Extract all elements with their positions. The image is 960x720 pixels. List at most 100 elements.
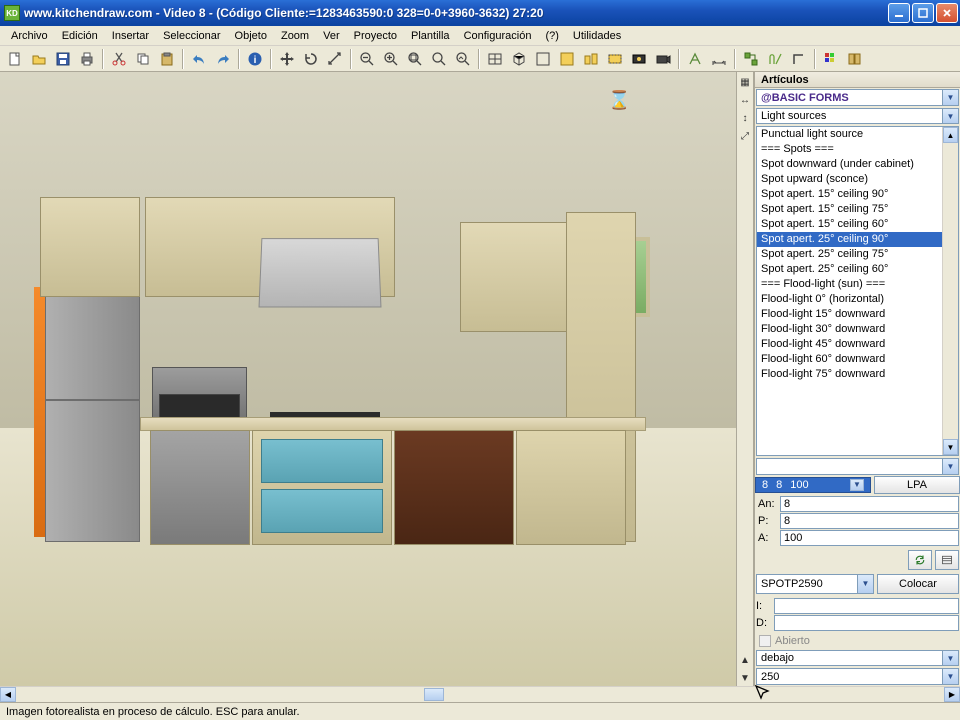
refresh-button[interactable] <box>908 550 932 570</box>
tool-shape-icon[interactable] <box>764 48 786 70</box>
menu-zoom[interactable]: Zoom <box>274 28 316 44</box>
vtool-1-icon[interactable]: ▦ <box>737 74 753 90</box>
menu-objeto[interactable]: Objeto <box>228 28 274 44</box>
rotate-icon[interactable] <box>300 48 322 70</box>
tool-dimension-icon[interactable] <box>708 48 730 70</box>
list-item[interactable]: Spot apert. 25° ceiling 90° <box>757 232 958 247</box>
menu-plantilla[interactable]: Plantilla <box>404 28 457 44</box>
scroll-thumb[interactable] <box>424 688 444 701</box>
zoom-window-icon[interactable] <box>404 48 426 70</box>
chevron-down-icon: ▼ <box>942 651 958 666</box>
reference-combo[interactable]: SPOTP2590 ▼ <box>756 574 874 594</box>
finish-combo[interactable]: ▼ <box>756 458 959 475</box>
menu-insertar[interactable]: Insertar <box>105 28 156 44</box>
scroll-left-icon[interactable]: ◀ <box>0 687 16 702</box>
list-item[interactable]: === Spots === <box>757 142 958 157</box>
render-icon[interactable] <box>628 48 650 70</box>
palette-icon[interactable] <box>820 48 842 70</box>
render-canvas[interactable]: ⌛ <box>0 72 736 686</box>
list-item[interactable]: Spot apert. 25° ceiling 75° <box>757 247 958 262</box>
redo-icon[interactable] <box>212 48 234 70</box>
view-textured-icon[interactable] <box>604 48 626 70</box>
menu-archivo[interactable]: Archivo <box>4 28 55 44</box>
category-combo[interactable]: @BASIC FORMS ▼ <box>756 89 959 106</box>
view-shaded-icon[interactable] <box>580 48 602 70</box>
list-item[interactable]: Flood-light 60° downward <box>757 352 958 367</box>
menu-help[interactable]: (?) <box>538 28 565 44</box>
details-button[interactable] <box>935 550 959 570</box>
item-listbox[interactable]: Punctual light source=== Spots ===Spot d… <box>756 126 959 456</box>
zoom-previous-icon[interactable] <box>452 48 474 70</box>
depth-input[interactable]: 8 <box>780 513 959 529</box>
d-input[interactable] <box>774 615 959 631</box>
open-file-icon[interactable] <box>28 48 50 70</box>
menu-proyecto[interactable]: Proyecto <box>347 28 404 44</box>
paste-icon[interactable] <box>156 48 178 70</box>
list-item[interactable]: Flood-light 75° downward <box>757 367 958 382</box>
minimize-button[interactable] <box>888 3 910 23</box>
list-item[interactable]: Flood-light 0° (horizontal) <box>757 292 958 307</box>
tool-a-icon[interactable] <box>684 48 706 70</box>
viewport[interactable]: ⌛ <box>0 72 736 686</box>
vtool-3-icon[interactable]: ↕ <box>737 110 753 126</box>
subcategory-combo[interactable]: Light sources ▼ <box>756 108 959 125</box>
list-item[interactable]: Flood-light 45° downward <box>757 337 958 352</box>
list-item[interactable]: Spot upward (sconce) <box>757 172 958 187</box>
cut-icon[interactable] <box>108 48 130 70</box>
height-input[interactable]: 100 <box>780 530 959 546</box>
zoom-in-icon[interactable] <box>380 48 402 70</box>
position-combo[interactable]: debajo ▼ <box>756 650 959 667</box>
horizontal-scrollbar[interactable]: ◀ ▶ <box>0 686 960 702</box>
menu-ver[interactable]: Ver <box>316 28 347 44</box>
move-icon[interactable] <box>276 48 298 70</box>
new-file-icon[interactable] <box>4 48 26 70</box>
i-input[interactable] <box>774 598 959 614</box>
open-checkbox[interactable] <box>759 635 771 647</box>
list-item[interactable]: Spot apert. 15° ceiling 75° <box>757 202 958 217</box>
list-item[interactable]: Spot apert. 15° ceiling 90° <box>757 187 958 202</box>
scroll-up-icon[interactable]: ▲ <box>943 127 958 143</box>
list-item[interactable]: Spot downward (under cabinet) <box>757 157 958 172</box>
vtool-4-icon[interactable]: ⤢ <box>737 128 753 144</box>
vtool-2-icon[interactable]: ↔ <box>737 92 753 108</box>
copy-icon[interactable] <box>132 48 154 70</box>
vtool-dn-icon[interactable]: ▼ <box>737 670 753 686</box>
width-input[interactable]: 8 <box>780 496 959 512</box>
close-button[interactable] <box>936 3 958 23</box>
undo-icon[interactable] <box>188 48 210 70</box>
menu-configuracion[interactable]: Configuración <box>457 28 539 44</box>
measure-icon[interactable] <box>324 48 346 70</box>
camera-icon[interactable] <box>652 48 674 70</box>
lpa-button[interactable]: LPA <box>874 476 960 494</box>
list-item[interactable]: Flood-light 15° downward <box>757 307 958 322</box>
tool-group-icon[interactable] <box>740 48 762 70</box>
list-item[interactable]: Spot apert. 15° ceiling 60° <box>757 217 958 232</box>
scroll-down-icon[interactable]: ▼ <box>943 439 958 455</box>
list-item[interactable]: Spot apert. 25° ceiling 60° <box>757 262 958 277</box>
print-icon[interactable] <box>76 48 98 70</box>
tool-corner-icon[interactable] <box>788 48 810 70</box>
maximize-button[interactable] <box>912 3 934 23</box>
zoom-out-icon[interactable] <box>356 48 378 70</box>
view-plan-icon[interactable] <box>484 48 506 70</box>
vtool-up-icon[interactable]: ▲ <box>737 652 753 668</box>
list-item[interactable]: === Flood-light (sun) === <box>757 277 958 292</box>
menu-seleccionar[interactable]: Seleccionar <box>156 28 227 44</box>
scroll-right-icon[interactable]: ▶ <box>944 687 960 702</box>
zoom-extents-icon[interactable] <box>428 48 450 70</box>
size-chip[interactable]: 8 8 100 ▼ <box>755 477 871 493</box>
height-label: A: <box>756 530 778 546</box>
list-item[interactable]: Flood-light 30° downward <box>757 322 958 337</box>
altitude-combo[interactable]: 250 ▼ <box>756 668 959 685</box>
view-solid-icon[interactable] <box>556 48 578 70</box>
view-wire-icon[interactable] <box>532 48 554 70</box>
catalog-icon[interactable] <box>844 48 866 70</box>
info-icon[interactable]: i <box>244 48 266 70</box>
menu-edicion[interactable]: Edición <box>55 28 105 44</box>
menu-utilidades[interactable]: Utilidades <box>566 28 628 44</box>
list-item[interactable]: Punctual light source <box>757 127 958 142</box>
save-icon[interactable] <box>52 48 74 70</box>
place-button[interactable]: Colocar <box>877 574 959 594</box>
scrollbar[interactable]: ▲ ▼ <box>942 127 958 455</box>
view-3d-icon[interactable] <box>508 48 530 70</box>
